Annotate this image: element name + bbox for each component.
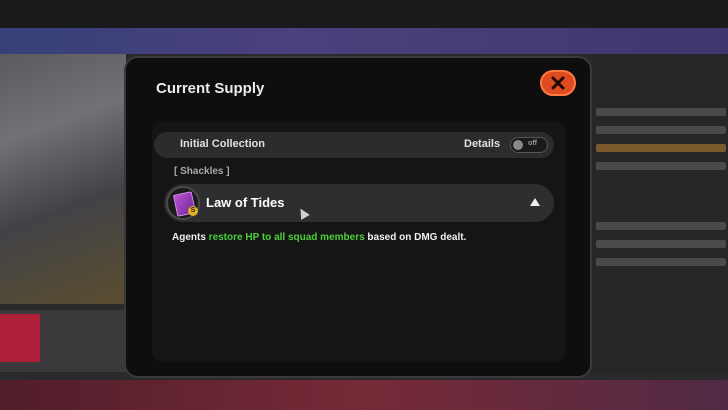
background-text-line (596, 258, 726, 266)
supply-item-law-of-tides[interactable]: S Law of Tides (164, 184, 554, 222)
item-name: Law of Tides (206, 195, 285, 210)
rank-badge: S (188, 206, 198, 216)
description-suffix: based on DMG dealt. (364, 232, 467, 243)
background-artwork (0, 54, 126, 304)
item-description: Agents restore HP to all squad members b… (172, 232, 466, 243)
initial-collection-bar: Initial Collection Details off (154, 132, 554, 158)
background-side-panel (592, 54, 728, 374)
background-top-bar (0, 0, 728, 28)
category-label: [ Shackles ] (174, 166, 230, 177)
background-text-line (596, 162, 726, 170)
background-text-line (596, 144, 726, 152)
background-text-line (596, 222, 726, 230)
dialog-title: Current Supply (156, 80, 265, 97)
toggle-knob (513, 140, 523, 150)
details-label: Details (464, 138, 501, 150)
background-text-line (596, 126, 726, 134)
description-prefix: Agents (172, 232, 209, 243)
background-text-line (596, 108, 726, 116)
close-x-icon (551, 76, 565, 90)
toggle-state-label: off (528, 140, 537, 147)
close-button[interactable] (540, 70, 576, 96)
initial-collection-label: Initial Collection (180, 138, 265, 150)
background-text-line (596, 240, 726, 248)
current-supply-dialog: Current Supply Initial Collection Detail… (124, 56, 592, 378)
background-bottom-band (0, 380, 728, 410)
description-highlight: restore HP to all squad members (208, 232, 365, 243)
background-banner (0, 28, 728, 54)
triangle-up-icon[interactable] (530, 198, 540, 206)
background-red-tag (0, 314, 40, 362)
supply-panel: Initial Collection Details off [ Shackle… (152, 122, 566, 362)
details-toggle[interactable]: off (510, 137, 548, 153)
